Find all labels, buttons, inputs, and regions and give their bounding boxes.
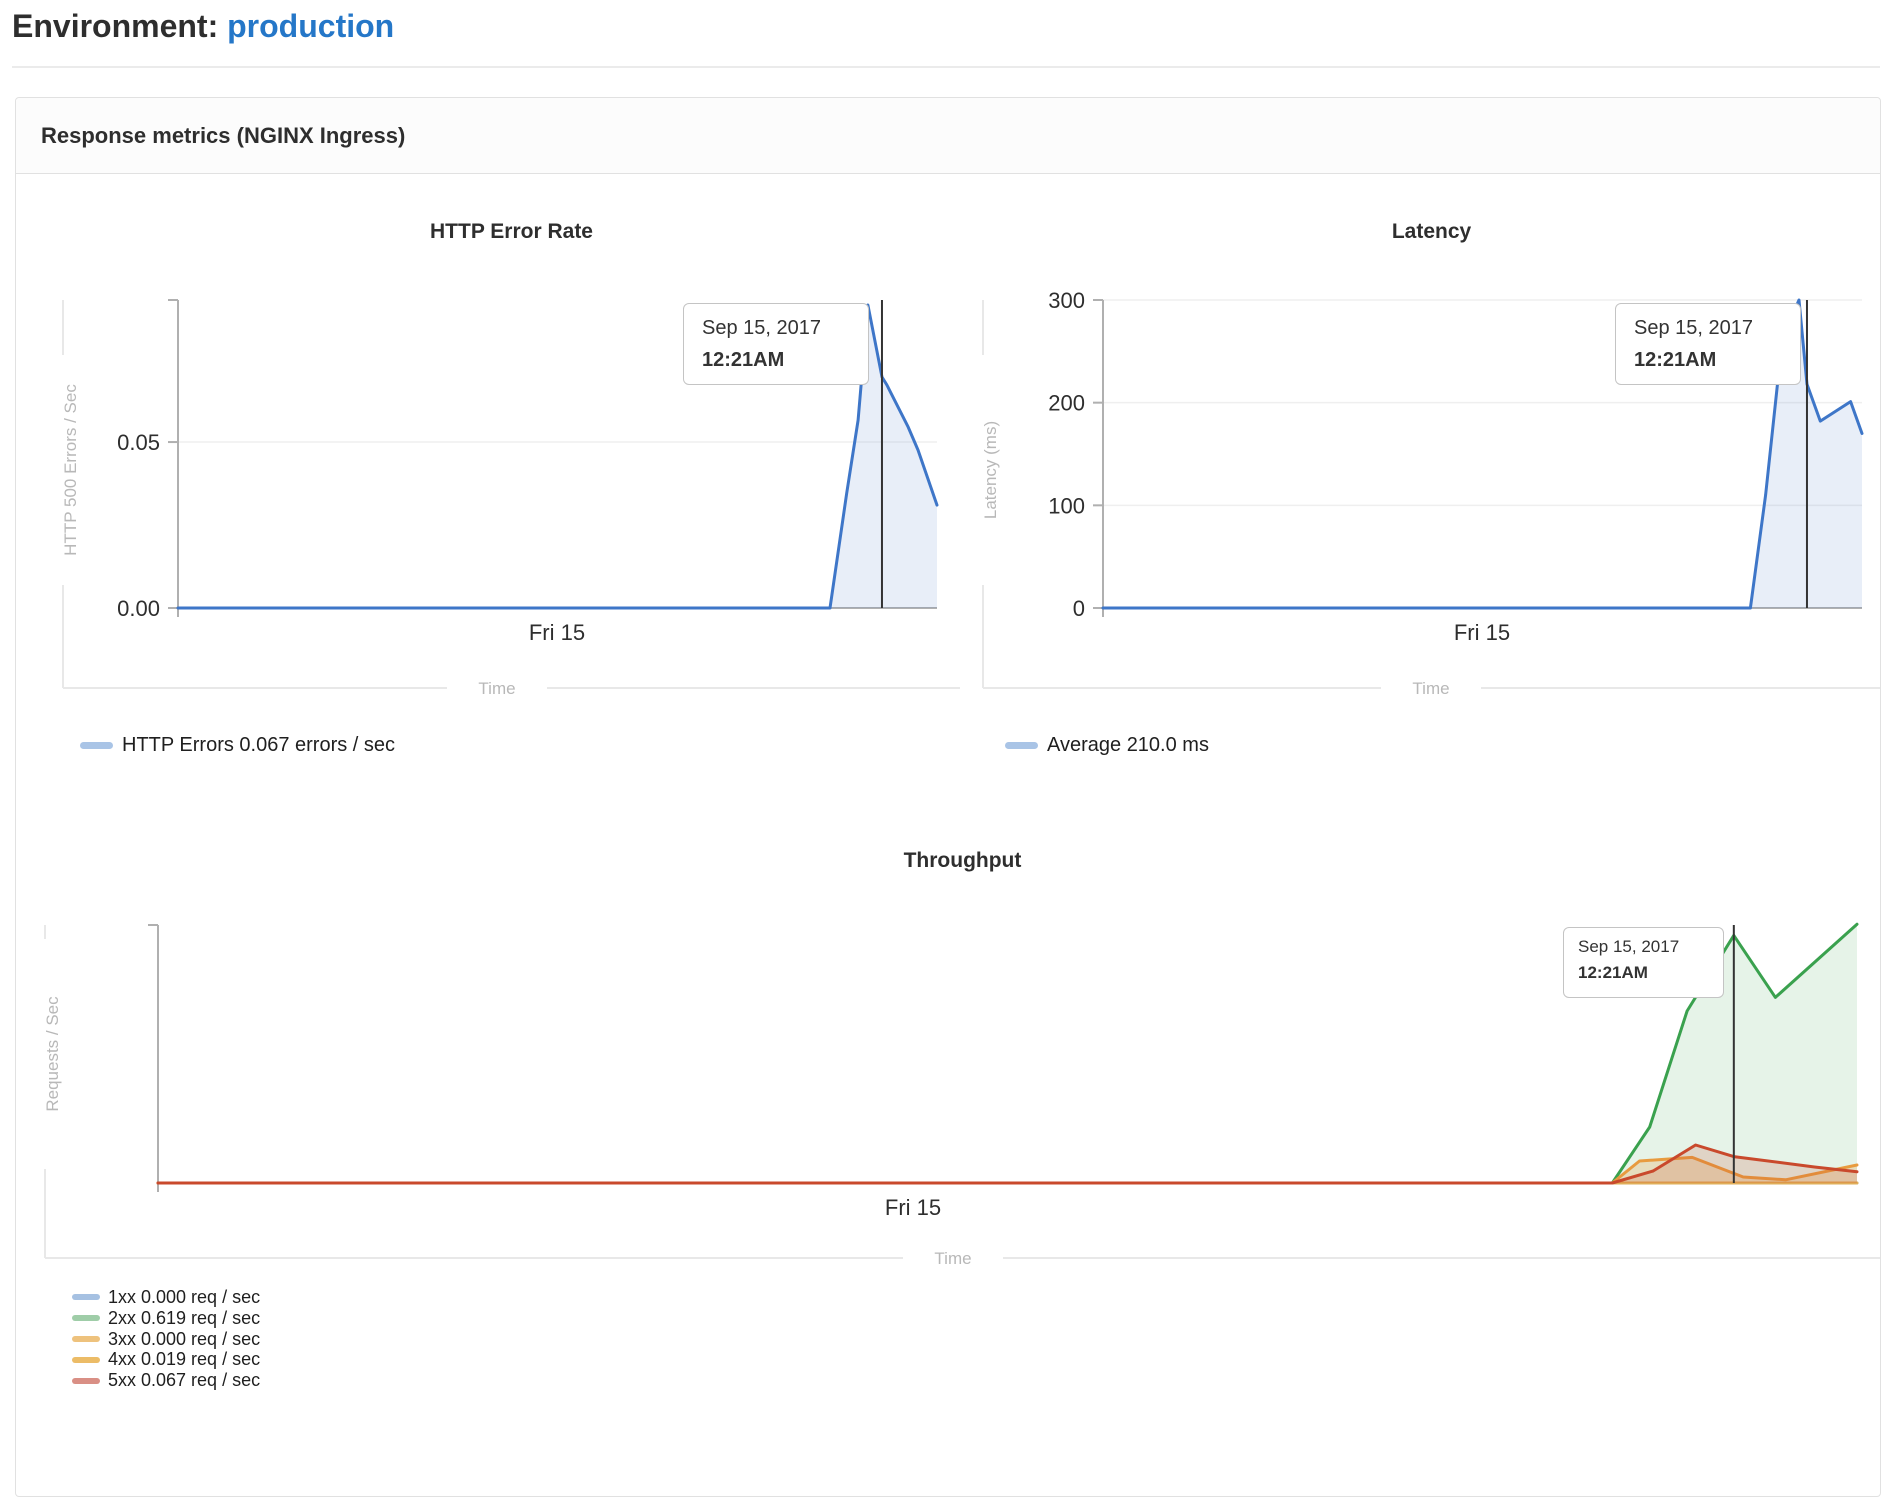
legend-swatch [72, 1315, 100, 1321]
panel-heading: Response metrics (NGINX Ingress) [16, 98, 1880, 174]
header-divider [12, 66, 1880, 68]
chart-title-latency: Latency [983, 220, 1880, 244]
legend-label: HTTP Errors 0.067 errors / sec [122, 734, 395, 757]
tooltip-date: Sep 15, 2017 [1578, 937, 1723, 957]
legend-label: 5xx 0.067 req / sec [108, 1370, 260, 1391]
tooltip-time: 12:21AM [702, 349, 868, 372]
legend-latency: Average 210.0 ms [1005, 732, 1209, 758]
chart-title-throughput: Throughput [45, 849, 1880, 873]
tooltip-http-error-rate: Sep 15, 2017 12:21AM [683, 303, 869, 385]
legend-swatch [72, 1357, 100, 1363]
legend-label: 4xx 0.019 req / sec [108, 1349, 260, 1370]
tooltip-time: 12:21AM [1578, 963, 1723, 983]
legend-swatch [72, 1378, 100, 1384]
legend-label: Average 210.0 ms [1047, 734, 1209, 757]
tooltip-latency: Sep 15, 2017 12:21AM [1615, 303, 1801, 385]
environment-label: Environment: [12, 8, 218, 44]
legend-swatch [1005, 742, 1038, 749]
legend-label: 2xx 0.619 req / sec [108, 1308, 260, 1329]
legend-throughput: 1xx 0.000 req / sec2xx 0.619 req / sec3x… [72, 1287, 260, 1391]
legend-item: 2xx 0.619 req / sec [72, 1308, 260, 1329]
response-metrics-panel: Response metrics (NGINX Ingress) [15, 97, 1881, 1497]
legend-item: 5xx 0.067 req / sec [72, 1370, 260, 1391]
environment-link[interactable]: production [227, 8, 394, 44]
legend-item: 3xx 0.000 req / sec [72, 1329, 260, 1350]
tooltip-date: Sep 15, 2017 [1634, 317, 1800, 340]
tooltip-date: Sep 15, 2017 [702, 317, 868, 340]
legend-item: 4xx 0.019 req / sec [72, 1349, 260, 1370]
legend-swatch [80, 742, 113, 749]
page-title: Environment: production [12, 8, 394, 45]
legend-label: 1xx 0.000 req / sec [108, 1287, 260, 1308]
legend-swatch [72, 1336, 100, 1342]
dashboard-page: Environment: production Response metrics… [0, 0, 1892, 1400]
tooltip-time: 12:21AM [1634, 349, 1800, 372]
legend-http-error-rate: HTTP Errors 0.067 errors / sec [80, 732, 395, 758]
legend-item: 1xx 0.000 req / sec [72, 1287, 260, 1308]
legend-label: 3xx 0.000 req / sec [108, 1329, 260, 1350]
chart-title-http-error-rate: HTTP Error Rate [63, 220, 960, 244]
tooltip-throughput: Sep 15, 2017 12:21AM [1563, 927, 1724, 998]
legend-swatch [72, 1294, 100, 1300]
